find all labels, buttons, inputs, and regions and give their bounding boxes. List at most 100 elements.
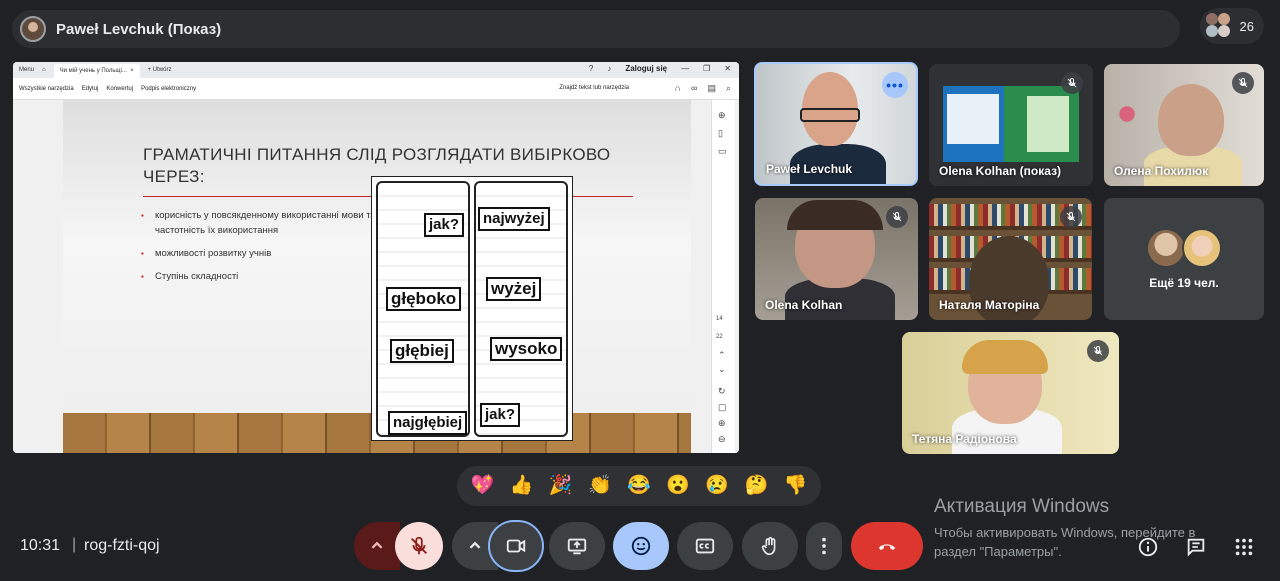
leave-call-button[interactable] xyxy=(851,522,923,570)
reaction-surprised-icon[interactable]: 😮 xyxy=(662,470,694,502)
smiley-icon xyxy=(631,536,651,556)
browser-menu[interactable]: Menu xyxy=(19,67,34,73)
participants-button[interactable]: 26 xyxy=(1200,8,1264,44)
comic-column-high: najwyżej wyżej wysoko jak? xyxy=(474,181,568,437)
more-participants-label: Ещё 19 чел. xyxy=(1149,276,1219,290)
glasses-icon xyxy=(800,108,860,122)
headphones-icon[interactable]: ∩ xyxy=(675,83,681,94)
reaction-party-icon[interactable]: 🎉 xyxy=(545,470,577,502)
captions-button[interactable] xyxy=(677,522,733,570)
reaction-thumbs-up-icon[interactable]: 👍 xyxy=(506,470,538,502)
presenter-avatar xyxy=(20,16,46,42)
menu-item-all-tools[interactable]: Wszystkie narzędzia xyxy=(19,86,74,92)
mic-off-icon xyxy=(1061,72,1083,94)
participant-tile-others[interactable]: Ещё 19 чел. xyxy=(1104,198,1264,320)
chevron-up-icon xyxy=(469,541,481,549)
activities-button[interactable] xyxy=(1231,534,1257,560)
presenter-title: Paweł Levchuk (Показ) xyxy=(56,20,222,38)
participant-name: Наталя Маторіна xyxy=(939,298,1040,312)
tool-icon[interactable]: ▯ xyxy=(718,128,723,139)
document-area: ГРАМАТИЧНІ ПИТАННЯ СЛІД РОЗГЛЯДАТИ ВИБІР… xyxy=(13,100,739,453)
tool-icon[interactable]: ▭ xyxy=(718,146,727,157)
mic-off-icon xyxy=(1087,340,1109,362)
fit-page-icon[interactable]: ▢ xyxy=(718,402,727,413)
participant-hair xyxy=(787,200,883,230)
print-icon[interactable]: ▤ xyxy=(707,83,716,94)
zoom-out-icon[interactable]: ⊖ xyxy=(718,434,726,445)
link-icon[interactable]: ∞ xyxy=(691,83,697,94)
bell-icon[interactable]: ♪ xyxy=(607,64,611,73)
close-icon[interactable]: ✕ xyxy=(724,64,731,73)
maximize-icon[interactable]: ❐ xyxy=(703,64,710,73)
menu-item-esign[interactable]: Podpis elektroniczny xyxy=(141,86,196,92)
participant-tile-olena-kolhan-presenting[interactable]: Olena Kolhan (показ) xyxy=(929,64,1093,186)
hang-up-icon xyxy=(878,544,896,551)
help-icon[interactable]: ? xyxy=(589,64,593,73)
thumbnail-text-block xyxy=(1027,96,1069,152)
reaction-thinking-icon[interactable]: 🤔 xyxy=(740,470,772,502)
participant-tile-natalia-matorina[interactable]: Наталя Маторіна xyxy=(929,198,1092,320)
meeting-details-button[interactable] xyxy=(1135,534,1161,560)
mic-off-icon xyxy=(1232,72,1254,94)
info-icon xyxy=(1138,537,1158,557)
slide-bullets: корисність у повсякденному використанні … xyxy=(141,208,381,292)
pdf-menu-bar: Wszystkie narzędzia Edytuj Konwertuj Pod… xyxy=(13,78,739,100)
participant-tile-pawel-levchuk[interactable]: ••• Paweł Levchuk xyxy=(754,62,918,186)
participant-name: Тетяна Радіонова xyxy=(912,432,1017,446)
microphone-toggle-button[interactable] xyxy=(395,522,443,570)
zoom-in-icon[interactable]: ⊕ xyxy=(718,418,726,429)
search-icon[interactable]: ⌕ xyxy=(726,83,731,94)
participant-name: Олена Похилюк xyxy=(1114,164,1209,178)
participant-tile-tetiana-radionova[interactable]: Тетяна Радіонова xyxy=(902,332,1119,454)
menu-item-convert[interactable]: Konwertuj xyxy=(106,86,133,92)
participant-head xyxy=(1158,84,1224,156)
rotate-icon[interactable]: ↻ xyxy=(718,386,726,397)
present-screen-button[interactable] xyxy=(549,522,605,570)
comic-illustration: jak? głęboko głębiej najgłębiej najwyżej… xyxy=(371,176,573,441)
tab-document[interactable]: Чи мій учень у Польщі... × xyxy=(53,64,140,78)
browser-tab-bar: Menu ⌂ Чи мій учень у Польщі... × + Utwó… xyxy=(13,62,739,78)
chevron-up-icon[interactable]: ⌃ xyxy=(718,350,726,361)
home-icon[interactable]: ⌂ xyxy=(42,67,46,73)
meeting-info-separator: | xyxy=(72,536,77,553)
chevron-up-icon xyxy=(371,541,383,549)
participant-avatars-icon xyxy=(1205,13,1232,39)
apps-grid-icon xyxy=(1235,538,1253,556)
reaction-sad-icon[interactable]: 😢 xyxy=(701,470,733,502)
mic-off-icon xyxy=(886,206,908,228)
login-button[interactable]: Zaloguj się xyxy=(625,64,667,73)
participant-name: Olena Kolhan xyxy=(765,298,843,312)
chat-button[interactable] xyxy=(1183,534,1209,560)
raise-hand-button[interactable] xyxy=(742,522,798,570)
more-options-button[interactable] xyxy=(806,522,842,570)
new-tab-button[interactable]: + Utwórz xyxy=(148,67,172,73)
comic-label: głęboko xyxy=(386,287,462,311)
activation-title: Активация Windows xyxy=(934,496,1110,517)
participant-count: 26 xyxy=(1239,18,1254,34)
chevron-down-icon[interactable]: ⌄ xyxy=(718,364,726,375)
reaction-thumbs-down-icon[interactable]: 👎 xyxy=(779,470,811,502)
audio-options-button[interactable] xyxy=(354,522,400,570)
page-number: 14 xyxy=(716,316,723,322)
participant-tile-olena-kolhan[interactable]: Olena Kolhan xyxy=(755,198,918,320)
reaction-heart-icon[interactable]: 💖 xyxy=(467,470,499,502)
avatar xyxy=(1146,228,1186,268)
participant-tile-olena-pokhyliuk[interactable]: Олена Похилюк xyxy=(1104,64,1264,186)
tool-icon[interactable]: ⊕ xyxy=(718,110,726,121)
comic-label: najwyżej xyxy=(478,207,550,231)
participant-hair xyxy=(962,340,1048,374)
flowers-decoration xyxy=(1112,94,1142,134)
reactions-button[interactable] xyxy=(613,522,669,570)
more-options-button[interactable]: ••• xyxy=(882,72,908,98)
participant-name: Paweł Levchuk xyxy=(766,162,853,176)
presenter-bar[interactable]: Paweł Levchuk (Показ) xyxy=(12,10,1180,48)
find-text-input[interactable]: Znajdź tekst lub narzędzia xyxy=(559,85,629,91)
more-vert-icon xyxy=(822,537,826,555)
minimize-icon[interactable]: — xyxy=(681,64,689,73)
reaction-laugh-icon[interactable]: 😂 xyxy=(623,470,655,502)
menu-item-edit[interactable]: Edytuj xyxy=(82,86,99,92)
meeting-code: rog-fzti-qoj xyxy=(84,537,160,554)
camera-toggle-button[interactable] xyxy=(488,520,544,572)
reaction-clap-icon[interactable]: 👏 xyxy=(584,470,616,502)
document-side-toolbar[interactable]: ⊕ ▯ ▭ 14 22 ⌃ ⌄ ↻ ▢ ⊕ ⊖ xyxy=(711,100,735,453)
